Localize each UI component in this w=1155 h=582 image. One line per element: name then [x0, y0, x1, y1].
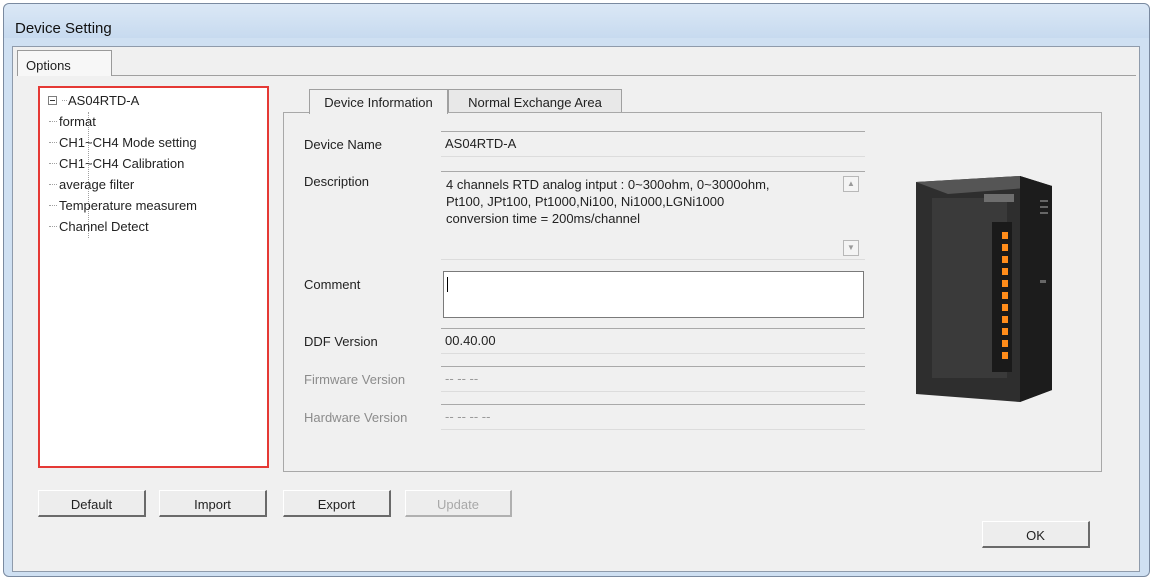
firmware-version-field: -- -- --: [441, 366, 865, 392]
window-title: Device Setting: [15, 20, 112, 37]
tree-connector: [62, 99, 67, 102]
description-label: Description: [304, 174, 370, 189]
hardware-version-label: Hardware Version: [304, 410, 408, 425]
options-tab-divider: [112, 75, 1136, 76]
description-line: 4 channels RTD analog intput : 0~300ohm,…: [446, 177, 770, 192]
tree-connector: [49, 204, 57, 207]
hardware-version-field: -- -- -- --: [441, 404, 865, 430]
ddf-version-label: DDF Version: [304, 334, 378, 349]
ddf-version-field: 00.40.00: [441, 328, 865, 354]
tab-normal-exchange-area[interactable]: Normal Exchange Area: [448, 89, 622, 113]
tab-device-information[interactable]: Device Information: [309, 89, 448, 114]
comment-input[interactable]: [443, 271, 864, 318]
tree-item-label: Channel Detect: [59, 219, 149, 234]
tree-item-format[interactable]: format: [49, 114, 96, 129]
module-label: [984, 194, 1014, 202]
default-button[interactable]: Default: [38, 490, 146, 517]
description-field: 4 channels RTD analog intput : 0~300ohm,…: [441, 171, 865, 260]
tree-item-mode-setting[interactable]: CH1~CH4 Mode setting: [49, 135, 197, 150]
tree-item-label: Temperature measurem: [59, 198, 197, 213]
description-line: Pt100, JPt100, Pt1000,Ni100, Ni1000,LGNi…: [446, 194, 725, 209]
device-name-label: Device Name: [304, 137, 383, 152]
tree-item-label: CH1~CH4 Mode setting: [59, 135, 197, 150]
export-button[interactable]: Export: [283, 490, 391, 517]
tree-item-temperature-measure[interactable]: Temperature measurem: [49, 198, 197, 213]
tree-connector: [49, 225, 57, 228]
device-name-field: AS04RTD-A: [441, 131, 865, 157]
device-module-image: [916, 176, 1052, 402]
comment-label: Comment: [304, 277, 361, 292]
tree-root-node[interactable]: AS04RTD-A: [48, 93, 139, 108]
tree-item-label: average filter: [59, 177, 135, 192]
tree-connector: [49, 120, 57, 123]
tree-connector: [49, 141, 57, 144]
title-bar[interactable]: Device Setting: [4, 4, 1149, 38]
tree-item-channel-detect[interactable]: Channel Detect: [49, 219, 149, 234]
text-caret: [447, 277, 448, 292]
ok-button[interactable]: OK: [982, 521, 1090, 548]
tree-root-label: AS04RTD-A: [68, 93, 140, 108]
collapse-icon[interactable]: [48, 96, 57, 105]
description-line: conversion time = 200ms/channel: [446, 211, 641, 226]
scroll-up-icon[interactable]: ▲: [843, 176, 859, 192]
update-button: Update: [405, 490, 512, 517]
tree-item-label: CH1~CH4 Calibration: [59, 156, 185, 171]
tree-item-average-filter[interactable]: average filter: [49, 177, 134, 192]
tree-item-label: format: [59, 114, 96, 129]
tree-connector: [49, 183, 57, 186]
firmware-version-label: Firmware Version: [304, 372, 406, 387]
tree-item-calibration[interactable]: CH1~CH4 Calibration: [49, 156, 184, 171]
import-button[interactable]: Import: [159, 490, 267, 517]
scroll-down-icon[interactable]: ▼: [843, 240, 859, 256]
tab-options[interactable]: Options: [17, 50, 112, 76]
module-side: [1020, 176, 1052, 402]
tree-connector: [49, 162, 57, 165]
